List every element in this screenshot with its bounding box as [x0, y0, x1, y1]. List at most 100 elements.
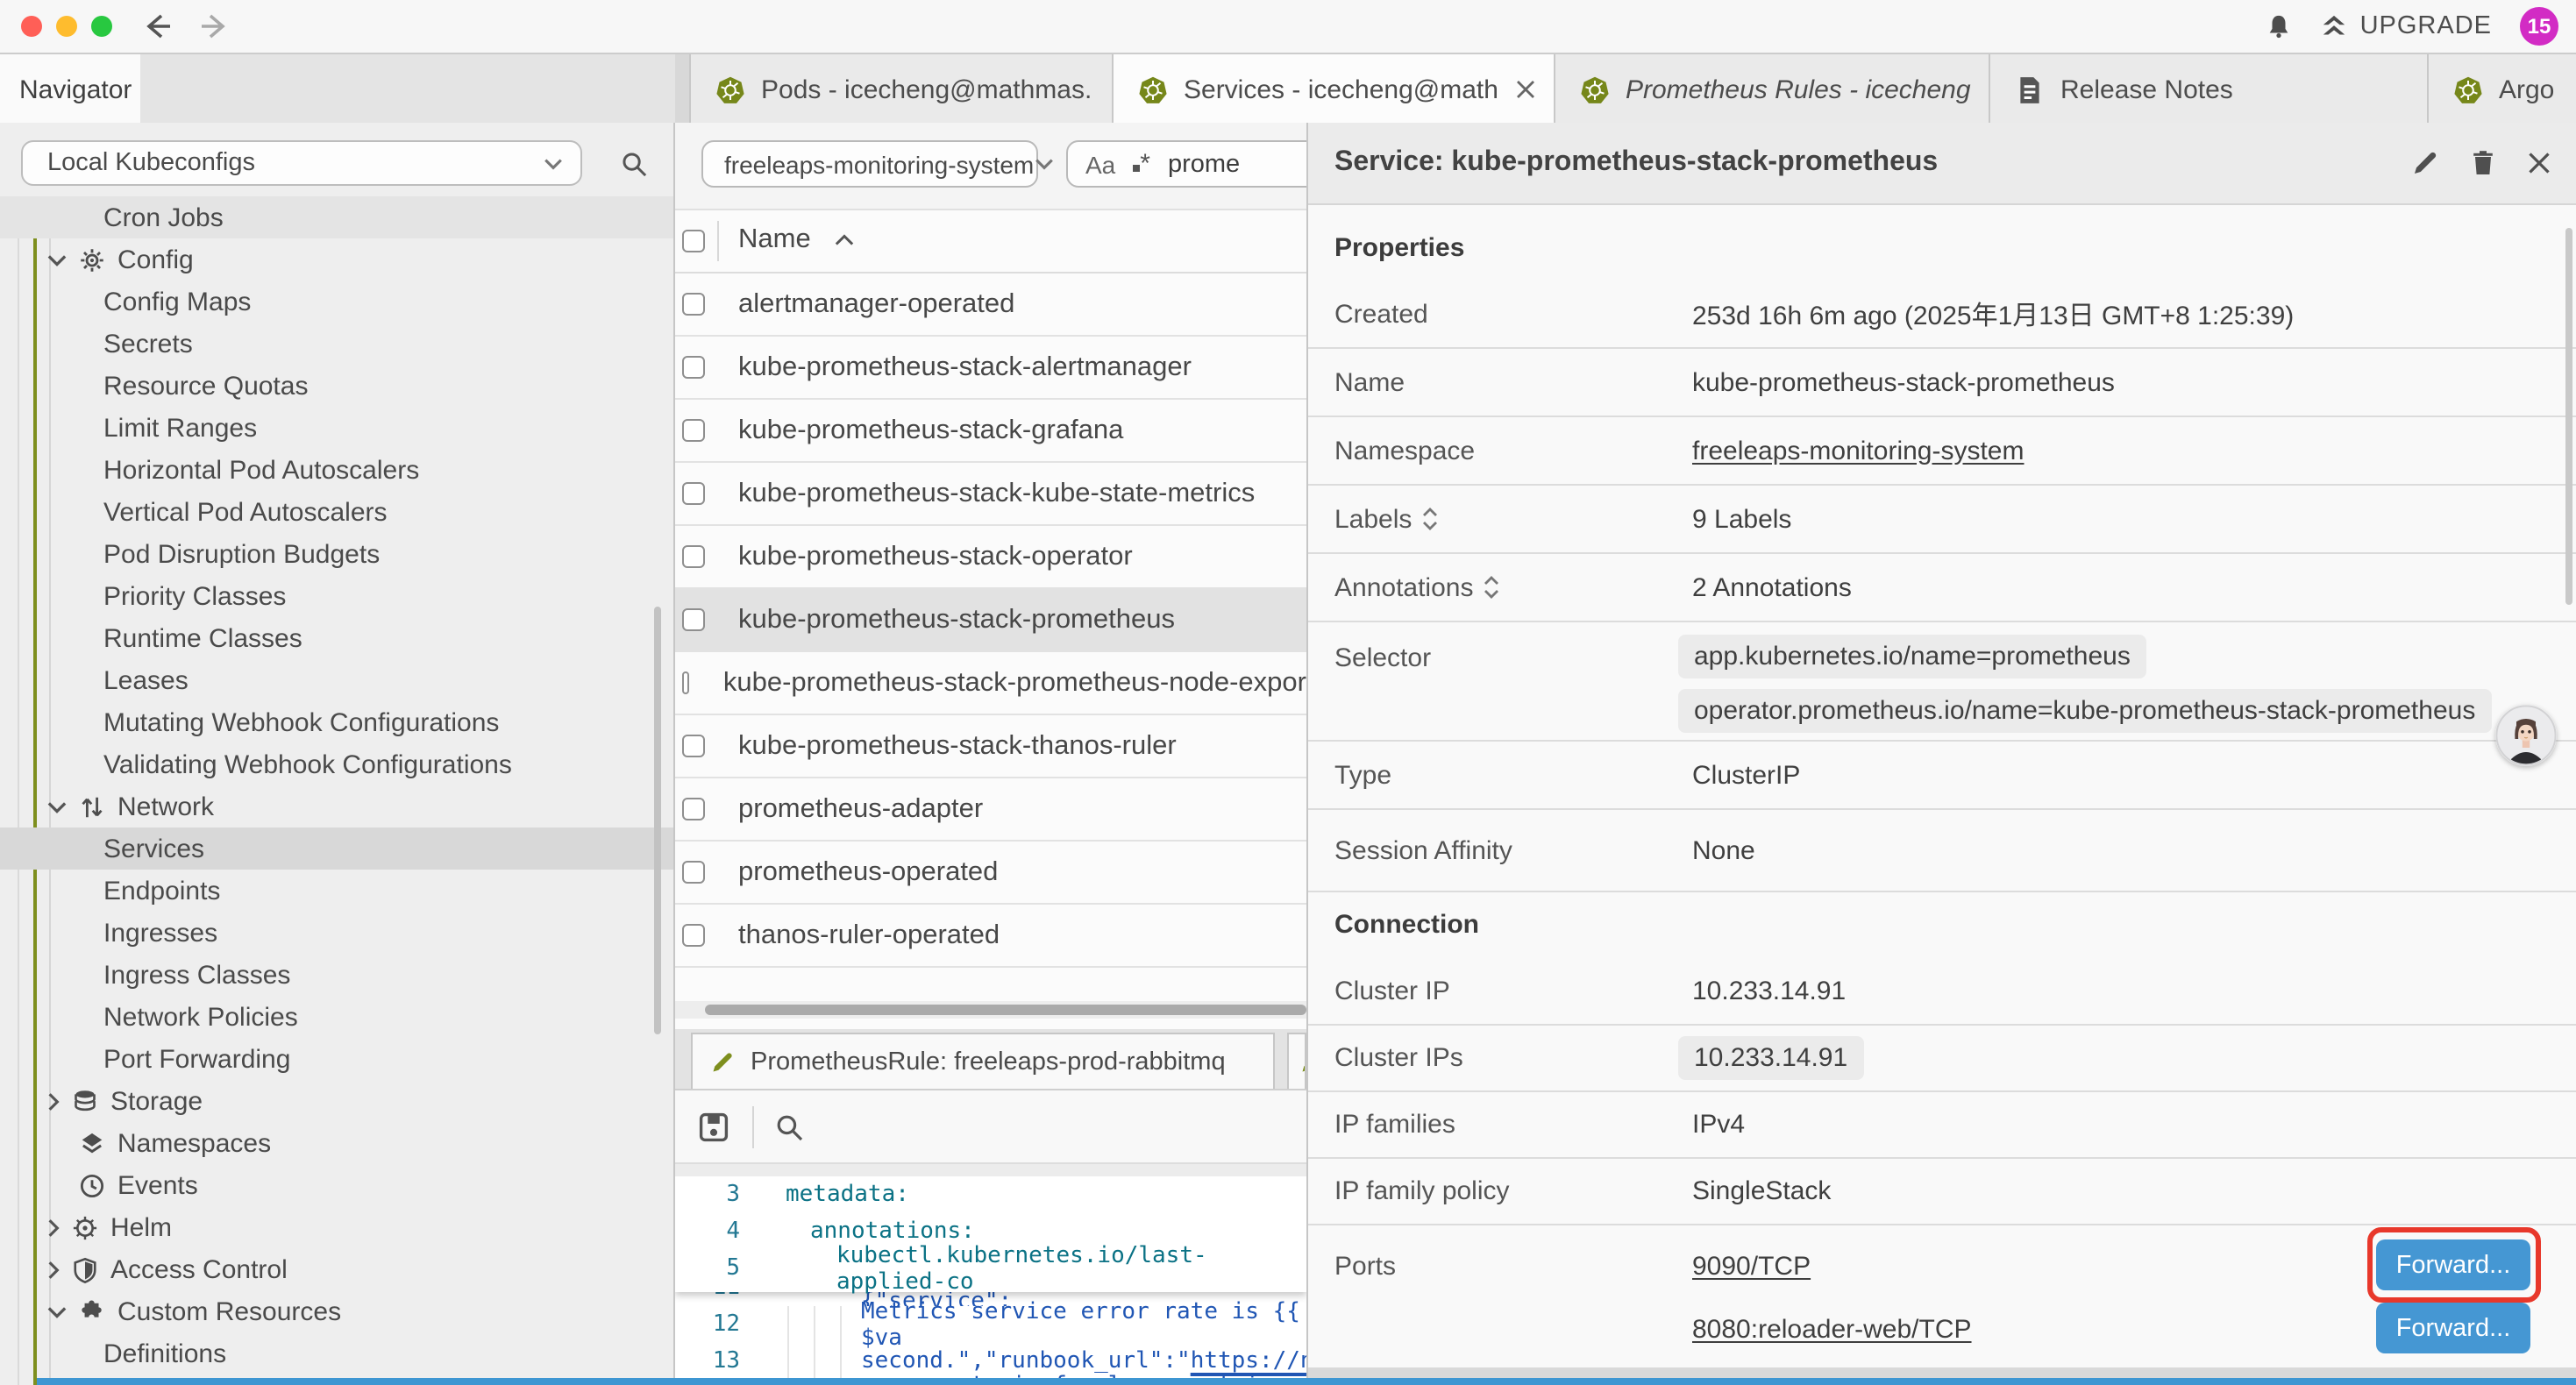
- notifications-bell-icon[interactable]: [2266, 12, 2292, 40]
- chevron-down-icon[interactable]: [47, 1302, 67, 1321]
- editor-search-icon[interactable]: [775, 1112, 803, 1140]
- sidebar-item-namespaces[interactable]: Namespaces: [0, 1122, 673, 1164]
- expand-collapse-icon[interactable]: [1422, 507, 1438, 531]
- row-checkbox[interactable]: [682, 482, 705, 505]
- chevron-right-icon[interactable]: [47, 1260, 60, 1279]
- table-row[interactable]: kube-prometheus-stack-grafana: [675, 400, 1306, 463]
- table-row[interactable]: thanos-ruler-operated: [675, 905, 1306, 968]
- row-checkbox[interactable]: [682, 608, 705, 631]
- sidebar-item-port-forwarding[interactable]: Port Forwarding: [0, 1038, 673, 1080]
- chevron-right-icon[interactable]: [47, 1091, 60, 1111]
- sidebar-item-vertical-pod-autoscalers[interactable]: Vertical Pod Autoscalers: [0, 491, 673, 533]
- runbook-url-link[interactable]: https://net: [1191, 1348, 1306, 1374]
- minimize-window-button[interactable]: [56, 16, 77, 37]
- port-link-8080[interactable]: 8080:reloader-web/TCP: [1692, 1315, 1972, 1345]
- back-icon[interactable]: [140, 9, 175, 44]
- forward-port-button[interactable]: Forward...: [2376, 1303, 2530, 1353]
- column-header-name[interactable]: Name: [738, 224, 811, 256]
- sidebar-group-storage[interactable]: Storage: [0, 1080, 673, 1122]
- close-panel-icon[interactable]: [2527, 151, 2551, 175]
- regex-toggle[interactable]: *: [1133, 149, 1150, 179]
- table-row[interactable]: kube-prometheus-stack-prometheus-node-ex…: [675, 652, 1306, 715]
- sidebar-group-network[interactable]: Network: [0, 785, 673, 827]
- sidebar-item-cron-jobs[interactable]: Cron Jobs: [0, 196, 673, 238]
- sidebar-item-leases[interactable]: Leases: [0, 659, 673, 701]
- table-row[interactable]: kube-prometheus-stack-kube-state-metrics: [675, 463, 1306, 526]
- kubeconfig-select[interactable]: Local Kubeconfigs: [21, 140, 582, 186]
- sidebar-group-helm[interactable]: Helm: [0, 1206, 673, 1248]
- user-avatar[interactable]: [2495, 705, 2557, 766]
- horizontal-scrollbar[interactable]: [675, 1001, 1306, 1019]
- tab-prometheus-rules[interactable]: Prometheus Rules - icecheng...: [1555, 54, 1990, 124]
- sidebar-item-secrets[interactable]: Secrets: [0, 323, 673, 365]
- sidebar-group-config[interactable]: Config: [0, 238, 673, 281]
- detail-horizontal-scrollbar[interactable]: [1308, 1367, 2576, 1378]
- table-row[interactable]: prometheus-operated: [675, 842, 1306, 905]
- table-row[interactable]: alertmanager-operated: [675, 273, 1306, 337]
- forward-icon[interactable]: [196, 9, 231, 44]
- sidebar-item-ingresses[interactable]: Ingresses: [0, 912, 673, 954]
- sidebar-item-pod-disruption-budgets[interactable]: Pod Disruption Budgets: [0, 533, 673, 575]
- table-row[interactable]: kube-prometheus-stack-thanos-ruler: [675, 715, 1306, 778]
- chevron-down-icon[interactable]: [47, 797, 67, 816]
- sidebar-scrollbar[interactable]: [654, 607, 661, 1034]
- sidebar-item-resource-quotas[interactable]: Resource Quotas: [0, 365, 673, 407]
- sidebar-item-network-policies[interactable]: Network Policies: [0, 996, 673, 1038]
- row-checkbox[interactable]: [682, 671, 690, 694]
- sidebar-item-events[interactable]: Events: [0, 1164, 673, 1206]
- sidebar-item-services[interactable]: Services: [0, 827, 673, 870]
- sidebar-item-horizontal-pod-autoscalers[interactable]: Horizontal Pod Autoscalers: [0, 449, 673, 491]
- sidebar-item-limit-ranges[interactable]: Limit Ranges: [0, 407, 673, 449]
- editor-tab-partial[interactable]: [1287, 1033, 1306, 1089]
- select-all-checkbox[interactable]: [682, 230, 705, 252]
- chevron-right-icon[interactable]: [47, 1218, 60, 1237]
- tab-pods[interactable]: Pods - icecheng@mathmas...: [689, 54, 1114, 124]
- notification-count-badge[interactable]: 15: [2520, 7, 2558, 46]
- sidebar-item-mutating-webhook-configurations[interactable]: Mutating Webhook Configurations: [0, 701, 673, 743]
- sidebar-item-endpoints[interactable]: Endpoints: [0, 870, 673, 912]
- sidebar-item-ingress-classes[interactable]: Ingress Classes: [0, 954, 673, 996]
- navigator-panel-tab[interactable]: Navigator: [0, 54, 140, 124]
- row-checkbox[interactable]: [682, 293, 705, 316]
- yaml-editor[interactable]: 3metadata: 4annotations: 5kubectl.kubern…: [675, 1176, 1306, 1378]
- table-row[interactable]: prometheus-adapter: [675, 778, 1306, 842]
- row-checkbox[interactable]: [682, 419, 705, 442]
- tab-argo[interactable]: Argo Se: [2429, 54, 2576, 124]
- row-checkbox[interactable]: [682, 735, 705, 757]
- table-row-selected[interactable]: kube-prometheus-stack-prometheus: [675, 589, 1306, 652]
- row-checkbox[interactable]: [682, 861, 705, 884]
- row-checkbox[interactable]: [682, 545, 705, 568]
- close-tab-icon[interactable]: [1515, 79, 1536, 100]
- delete-trash-icon[interactable]: [2469, 149, 2497, 177]
- namespace-select[interactable]: freeleaps-monitoring-system: [701, 140, 1038, 188]
- tab-release-notes[interactable]: Release Notes: [1990, 54, 2429, 124]
- row-checkbox[interactable]: [682, 356, 705, 379]
- tab-services[interactable]: Services - icecheng@math...: [1114, 54, 1555, 124]
- editor-tab-prometheusrule[interactable]: PrometheusRule: freeleaps-prod-rabbitmq: [691, 1033, 1275, 1089]
- edit-pencil-icon[interactable]: [2411, 149, 2439, 177]
- sidebar-item-validating-webhook-configurations[interactable]: Validating Webhook Configurations: [0, 743, 673, 785]
- sidebar-group-custom-resources[interactable]: Custom Resources: [0, 1290, 673, 1332]
- row-checkbox[interactable]: [682, 924, 705, 947]
- chevron-down-icon[interactable]: [47, 250, 67, 269]
- table-row[interactable]: kube-prometheus-stack-operator: [675, 526, 1306, 589]
- save-icon[interactable]: [698, 1111, 729, 1142]
- filter-search-input[interactable]: Aa * prome: [1066, 140, 1306, 188]
- expand-collapse-icon[interactable]: [1484, 575, 1499, 600]
- close-window-button[interactable]: [21, 16, 42, 37]
- sidebar-item-runtime-classes[interactable]: Runtime Classes: [0, 617, 673, 659]
- row-checkbox[interactable]: [682, 798, 705, 820]
- upgrade-button[interactable]: UPGRADE: [2320, 12, 2492, 40]
- sidebar-group-access-control[interactable]: Access Control: [0, 1248, 673, 1290]
- sidebar-item-definitions[interactable]: Definitions: [0, 1332, 673, 1374]
- maximize-window-button[interactable]: [91, 16, 112, 37]
- sidebar-item-priority-classes[interactable]: Priority Classes: [0, 575, 673, 617]
- table-row[interactable]: kube-prometheus-stack-alertmanager: [675, 337, 1306, 400]
- sidebar-item-config-maps[interactable]: Config Maps: [0, 281, 673, 323]
- match-case-toggle[interactable]: Aa: [1085, 150, 1115, 178]
- port-link-9090[interactable]: 9090/TCP: [1692, 1252, 1811, 1282]
- namespace-link[interactable]: freeleaps-monitoring-system: [1692, 436, 2025, 465]
- detail-scrollbar[interactable]: [2565, 228, 2572, 605]
- sort-ascending-icon[interactable]: [835, 233, 854, 247]
- sidebar-search-icon[interactable]: [621, 151, 647, 177]
